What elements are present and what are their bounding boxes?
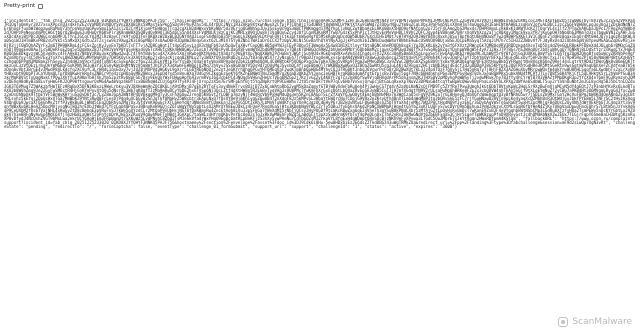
pretty-print-label: Pretty-print [4,3,36,9]
pretty-print-checkbox[interactable] [38,4,44,9]
json-response-text: {"incidentId": "fab_chlg_20251225233020_… [4,19,636,130]
watermark: ScanMalware [558,317,632,327]
pretty-print-control[interactable]: Pretty-print [4,3,44,10]
watermark-text: ScanMalware [572,317,632,327]
scanmalware-logo-icon [558,317,569,327]
